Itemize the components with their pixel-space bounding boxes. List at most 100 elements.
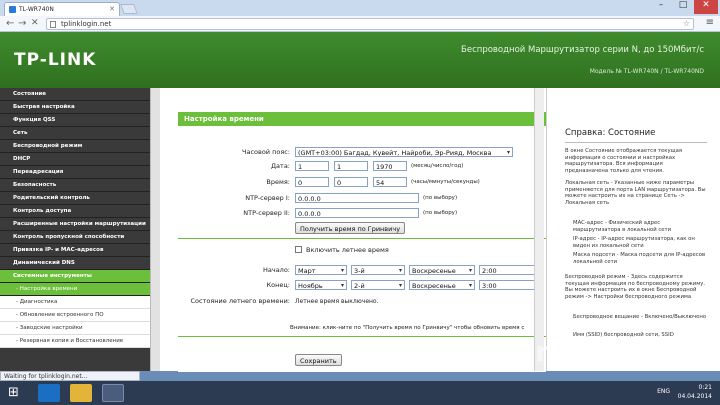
maximize-button[interactable]: □	[672, 0, 694, 14]
clock[interactable]: 0:21 04.04.2014	[678, 383, 712, 401]
sidebar-item[interactable]: Переадресация	[0, 166, 150, 179]
time-settings-panel: Настройка времени Часовой пояс: (GMT+03:…	[178, 112, 546, 372]
time-hours-input[interactable]: 0	[295, 177, 329, 187]
help-bullet: IP-адрес - IP-адрес маршрутизатора, как …	[573, 236, 695, 249]
help-bullet: MAC-адрес - Физический адрес маршрутизат…	[573, 220, 672, 233]
dst-end-month-select[interactable]: Ноябрь ▾	[295, 280, 347, 290]
clock-date: 04.04.2014	[677, 393, 712, 400]
divider	[178, 238, 546, 239]
sidebar-subitem-time-settings[interactable]: - Настройка времени	[0, 283, 150, 296]
page-icon	[50, 21, 56, 28]
help-panel: Справка: Состояние В окне Состояние отоб…	[546, 88, 720, 371]
sidebar-item[interactable]: Состояние	[0, 88, 150, 101]
select-value: 2:00	[482, 267, 497, 275]
menu-icon[interactable]: ≡	[706, 17, 714, 28]
clock-time: 0:21	[698, 384, 712, 391]
content-scrollbar[interactable]	[534, 88, 544, 371]
stop-icon[interactable]: ✕	[31, 18, 39, 28]
ntp1-input[interactable]: 0.0.0.0	[295, 193, 419, 203]
divider	[565, 142, 707, 143]
dropdown-arrow-icon: ▾	[468, 267, 472, 274]
browser-toolbar: ← → ✕ tplinklogin.net ☆ ≡	[0, 16, 720, 32]
sidebar-item[interactable]: Быстрая настройка	[0, 101, 150, 114]
date-month-input[interactable]: 1	[334, 161, 368, 171]
ntp1-label: NTP-сервер I:	[245, 194, 290, 202]
date-label: Дата:	[270, 162, 290, 170]
tab-title: TL-WR740N	[19, 6, 54, 13]
select-value: 3:00	[482, 282, 497, 290]
dst-status-value: Летнее время выключено.	[295, 298, 379, 305]
bookmark-star-icon[interactable]: ☆	[683, 19, 690, 28]
header-title: Беспроводной Маршрутизатор серии N, до 1…	[461, 45, 704, 55]
dst-start-day-select[interactable]: Воскресенье ▾	[409, 265, 475, 275]
language-indicator[interactable]: ENG	[657, 388, 670, 395]
sidebar-item[interactable]: Сеть	[0, 127, 150, 140]
sidebar-item[interactable]: Безопасность	[0, 179, 150, 192]
sidebar-scrollbar[interactable]	[150, 88, 160, 371]
main-content: Настройка времени Часовой пояс: (GMT+03:…	[160, 88, 546, 372]
sidebar-item[interactable]: Беспроводной режим	[0, 140, 150, 153]
select-value: Воскресенье	[412, 282, 456, 290]
time-seconds-input[interactable]: 54	[373, 177, 407, 187]
sidebar-item[interactable]: Функция QSS	[0, 114, 150, 127]
select-value: Ноябрь	[298, 282, 323, 290]
windows-taskbar: ⊞ ENG 0:21 04.04.2014	[0, 381, 720, 405]
sidebar-subitem[interactable]: - Резервная копия и Восстановление	[0, 335, 150, 348]
help-paragraph: Локальная сеть - Указанные ниже параметр…	[565, 180, 706, 206]
sidebar-item[interactable]: Контроль доступа	[0, 205, 150, 218]
chrome-icon[interactable]	[102, 384, 124, 402]
sidebar-item[interactable]: Привязка IP- и MAC-адресов	[0, 244, 150, 257]
help-bullet: Беспроводное вещание - Включено/Выключен…	[573, 314, 707, 320]
dst-end-day-select[interactable]: Воскресенье ▾	[409, 280, 475, 290]
dropdown-arrow-icon: ▾	[398, 267, 402, 274]
select-value: Воскресенье	[412, 267, 456, 275]
sidebar-item[interactable]: Родительский контроль	[0, 192, 150, 205]
explorer-folder-icon[interactable]	[70, 384, 92, 402]
address-bar[interactable]: tplinklogin.net ☆	[46, 18, 694, 30]
sidebar-item[interactable]: Динамический DNS	[0, 257, 150, 270]
get-gmt-button[interactable]: Получить время по Гринвичу	[295, 222, 406, 234]
sidebar-item[interactable]: Контроль пропускной способности	[0, 231, 150, 244]
sidebar-menu: Состояние Быстрая настройка Функция QSS …	[0, 88, 150, 371]
timezone-label: Часовой пояс:	[242, 148, 290, 156]
minimize-button[interactable]: –	[650, 0, 672, 14]
save-button[interactable]: Сохранить	[295, 354, 342, 366]
time-minutes-input[interactable]: 0	[334, 177, 368, 187]
date-day-input[interactable]: 1	[295, 161, 329, 171]
header-model: Модель № TL-WR740N / TL-WR740ND	[589, 68, 704, 75]
dst-start-month-select[interactable]: Март ▾	[295, 265, 347, 275]
close-window-button[interactable]: ✕	[694, 0, 718, 14]
note-text: Внимание: клик-ните по "Получить время п…	[290, 325, 525, 331]
sidebar-item[interactable]: Расширенные настройки маршрутизации	[0, 218, 150, 231]
dropdown-arrow-icon: ▾	[340, 282, 344, 289]
forward-button[interactable]: →	[18, 18, 26, 29]
ntp2-input[interactable]: 0.0.0.0	[295, 208, 419, 218]
dst-checkbox[interactable]	[295, 246, 302, 253]
dst-start-week-select[interactable]: 3-й ▾	[351, 265, 405, 275]
sidebar-subitem[interactable]: - Диагностика	[0, 296, 150, 309]
dst-end-label: Конец:	[266, 281, 290, 289]
new-tab-button[interactable]	[120, 4, 138, 14]
dst-end-week-select[interactable]: 2-й ▾	[351, 280, 405, 290]
sidebar-item-system-tools[interactable]: Системные инструменты	[0, 270, 150, 283]
dropdown-arrow-icon: ▾	[398, 282, 402, 289]
browser-tab[interactable]: TL-WR740N ✕	[4, 2, 120, 16]
url-text: tplinklogin.net	[61, 20, 112, 28]
sidebar-item[interactable]: DHCP	[0, 153, 150, 166]
dst-checkbox-label: Включить летнее время	[306, 246, 389, 254]
time-hint: (часы/минуты/секунды)	[411, 179, 480, 185]
tab-close-icon[interactable]: ✕	[109, 5, 115, 13]
select-value: 2-й	[354, 282, 365, 290]
watermark: remontka.ro	[450, 335, 657, 368]
date-year-input[interactable]: 1970	[373, 161, 407, 171]
sidebar-subitem[interactable]: - Обновление встроенного ПО	[0, 309, 150, 322]
dst-status-label: Состояние летнего времени:	[190, 297, 290, 305]
help-title: Справка: Состояние	[565, 128, 656, 138]
sidebar-subitem[interactable]: - Заводские настройки	[0, 322, 150, 335]
back-button[interactable]: ←	[6, 18, 14, 29]
dropdown-arrow-icon: ▾	[340, 267, 344, 274]
ie-icon[interactable]	[38, 384, 60, 402]
start-button-icon[interactable]: ⊞	[8, 385, 19, 400]
help-paragraph: В окне Состояние отображается текущая ин…	[565, 148, 683, 174]
timezone-select[interactable]: (GMT+03:00) Багдад, Кувейт, Найроби, Эр-…	[295, 147, 513, 157]
